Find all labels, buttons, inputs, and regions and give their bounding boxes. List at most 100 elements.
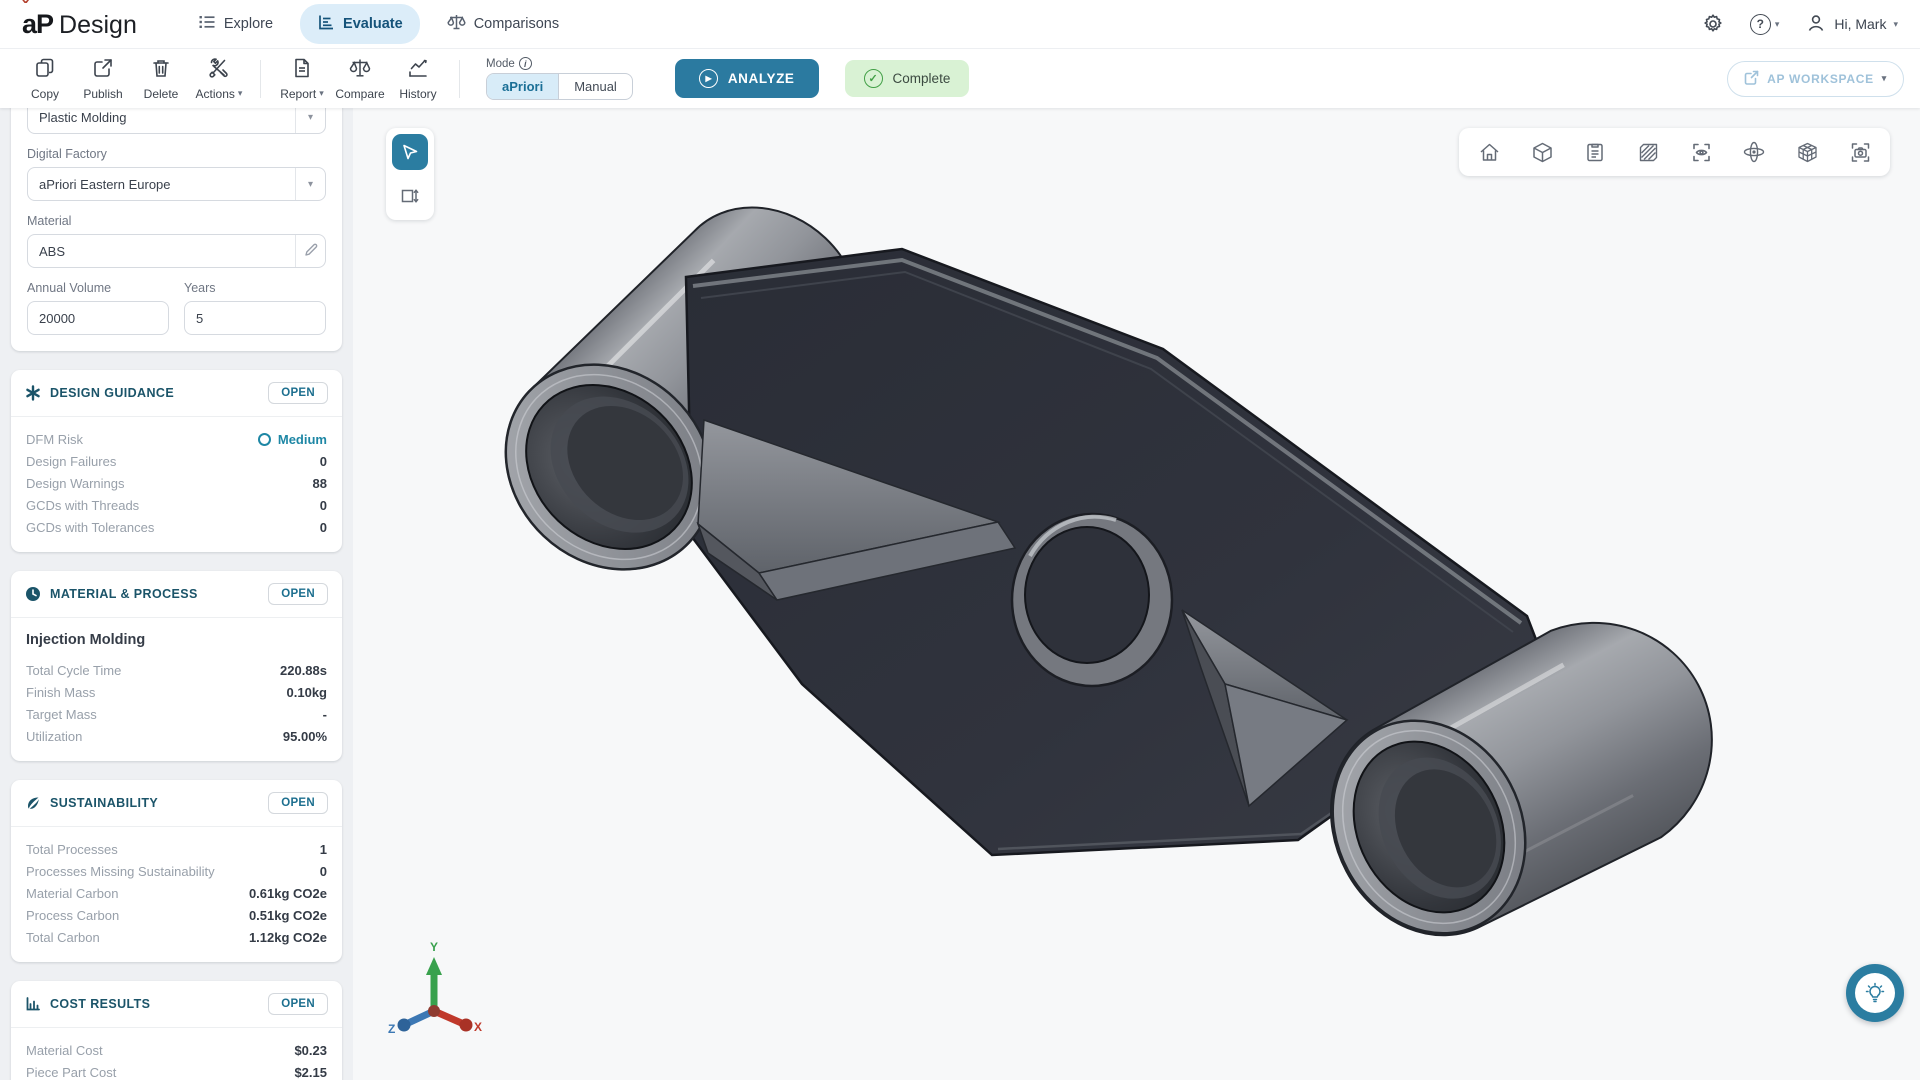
content-area: Plastic Molding ▾ Digital Factory aPrior… <box>0 108 1920 1080</box>
copy-button[interactable]: Copy <box>16 57 74 101</box>
section-view-button[interactable] <box>1628 132 1668 172</box>
header-right: ? ▾ Hi, Mark ▾ <box>1702 12 1898 37</box>
mode-apriori-option[interactable]: aPriori <box>487 74 558 99</box>
dfm-risk-value: Medium <box>278 432 327 447</box>
user-menu[interactable]: Hi, Mark ▾ <box>1805 12 1898 37</box>
bar-chart-icon <box>25 996 41 1012</box>
mode-info-icon[interactable]: i <box>519 57 532 70</box>
material-field[interactable]: ABS <box>27 234 326 268</box>
actions-menu-button[interactable]: Actions▾ <box>190 57 248 101</box>
mode-toggle: aPriori Manual <box>486 73 633 100</box>
annual-volume-input[interactable] <box>27 301 169 335</box>
grid-cube-icon <box>1796 141 1819 164</box>
orbit-rotate-button[interactable] <box>1734 132 1774 172</box>
nav-comparisons[interactable]: Comparisons <box>430 4 576 44</box>
design-guidance-open-button[interactable]: OPEN <box>268 382 328 404</box>
compare-button[interactable]: Compare <box>331 57 389 101</box>
nav-explore-label: Explore <box>224 16 273 32</box>
fit-view-button[interactable] <box>1681 132 1721 172</box>
material-process-open-button[interactable]: OPEN <box>268 583 328 605</box>
3d-viewport[interactable]: Y X Z <box>353 108 1920 1080</box>
digital-factory-select[interactable]: aPriori Eastern Europe ▾ <box>27 167 326 201</box>
explore-list-icon <box>198 13 216 35</box>
cycle-time-row: Total Cycle Time 220.88s <box>26 659 327 681</box>
gcds-threads-row: GCDs with Threads 0 <box>26 494 327 516</box>
scenario-sidebar: Plastic Molding ▾ Digital Factory aPrior… <box>0 108 353 1080</box>
leaf-icon <box>25 795 41 811</box>
piece-part-cost-row: Piece Part Cost $2.15 <box>26 1061 327 1080</box>
report-chevron-down-icon: ▾ <box>319 88 324 99</box>
part-details-button[interactable] <box>1575 132 1615 172</box>
publish-button[interactable]: Publish <box>74 57 132 101</box>
status-label: Complete <box>893 71 951 86</box>
compare-scale-icon <box>349 57 371 84</box>
design-guidance-asterisk-icon <box>25 385 41 401</box>
edit-pencil-icon[interactable] <box>304 243 318 260</box>
snapshot-button[interactable] <box>1840 132 1880 172</box>
report-menu-button[interactable]: Report▾ <box>273 57 331 101</box>
nav-evaluate[interactable]: Evaluate <box>300 4 420 44</box>
mode-label: Mode <box>486 58 515 70</box>
axis-y-label: Y <box>430 941 438 954</box>
scenario-inputs-card: Plastic Molding ▾ Digital Factory aPrior… <box>11 108 342 351</box>
years-input[interactable] <box>184 301 326 335</box>
sustainability-open-button[interactable]: OPEN <box>268 792 328 814</box>
delete-button[interactable]: Delete <box>132 57 190 101</box>
settings-gear-icon[interactable] <box>1702 13 1724 35</box>
exploded-view-button[interactable] <box>1787 132 1827 172</box>
cad-model[interactable] <box>353 108 1920 1080</box>
gcds-tolerances-row: GCDs with Tolerances 0 <box>26 516 327 538</box>
history-button[interactable]: History <box>389 57 447 101</box>
publish-icon <box>92 57 114 84</box>
viewport-view-toolbar <box>1459 128 1890 176</box>
main-nav: Explore Evaluate Comparisons <box>181 4 576 44</box>
workspace-chevron-down-icon: ▾ <box>1882 73 1887 84</box>
toolbar-divider <box>459 60 460 98</box>
cost-results-open-button[interactable]: OPEN <box>268 993 328 1015</box>
publish-label: Publish <box>83 87 122 101</box>
logo-design: Design <box>59 11 137 40</box>
design-failures-row: Design Failures 0 <box>26 450 327 472</box>
process-group-select[interactable]: Plastic Molding ▾ <box>27 108 326 134</box>
actions-chevron-down-icon: ▾ <box>238 88 243 99</box>
utilization-row: Utilization 95.00% <box>26 725 327 747</box>
cost-results-title: COST RESULTS <box>50 997 150 1011</box>
section-hatch-icon <box>1637 141 1660 164</box>
design-warnings-row: Design Warnings 88 <box>26 472 327 494</box>
report-doc-icon <box>291 57 313 84</box>
analyze-button[interactable]: ▶ ANALYZE <box>675 59 819 98</box>
design-guidance-title: DESIGN GUIDANCE <box>50 386 174 400</box>
mode-manual-option[interactable]: Manual <box>558 74 632 99</box>
sustainability-panel: SUSTAINABILITY OPEN Total Processes 1 Pr… <box>11 780 342 962</box>
axis-z-label: Z <box>388 1022 395 1036</box>
action-toolbar: Copy Publish Delete Actions▾ <box>0 48 1920 108</box>
select-cursor-tool[interactable] <box>392 134 428 170</box>
user-greeting: Hi, Mark <box>1834 16 1886 32</box>
nav-explore[interactable]: Explore <box>181 4 290 44</box>
home-view-button[interactable] <box>1469 132 1509 172</box>
sustainability-title: SUSTAINABILITY <box>50 796 158 810</box>
orbit-icon <box>1742 140 1766 164</box>
delete-label: Delete <box>144 87 179 101</box>
axis-triad: Y X Z <box>386 941 482 1044</box>
copy-icon <box>34 57 56 84</box>
total-carbon-row: Total Carbon 1.12kg CO2e <box>26 926 327 948</box>
design-guidance-panel: DESIGN GUIDANCE OPEN DFM Risk Medium Des… <box>11 370 342 552</box>
ap-workspace-button[interactable]: AP WORKSPACE ▾ <box>1727 61 1904 97</box>
measure-tool[interactable] <box>392 178 428 214</box>
isometric-view-button[interactable] <box>1522 132 1562 172</box>
process-name: Injection Molding <box>26 632 327 648</box>
copy-label: Copy <box>31 87 59 101</box>
clock-icon <box>25 586 41 602</box>
external-link-icon <box>1744 70 1759 88</box>
app-logo[interactable]: ˇaP Design <box>22 9 137 40</box>
check-icon: ✓ <box>864 69 883 88</box>
help-menu[interactable]: ? ▾ <box>1750 14 1780 35</box>
axis-x-label: X <box>474 1020 482 1034</box>
status-badge: ✓ Complete <box>845 60 970 97</box>
process-group-value: Plastic Molding <box>28 110 295 125</box>
processes-missing-row: Processes Missing Sustainability 0 <box>26 860 327 882</box>
play-icon: ▶ <box>699 69 718 88</box>
insights-fab[interactable] <box>1846 964 1904 1022</box>
tools-icon <box>208 57 230 84</box>
